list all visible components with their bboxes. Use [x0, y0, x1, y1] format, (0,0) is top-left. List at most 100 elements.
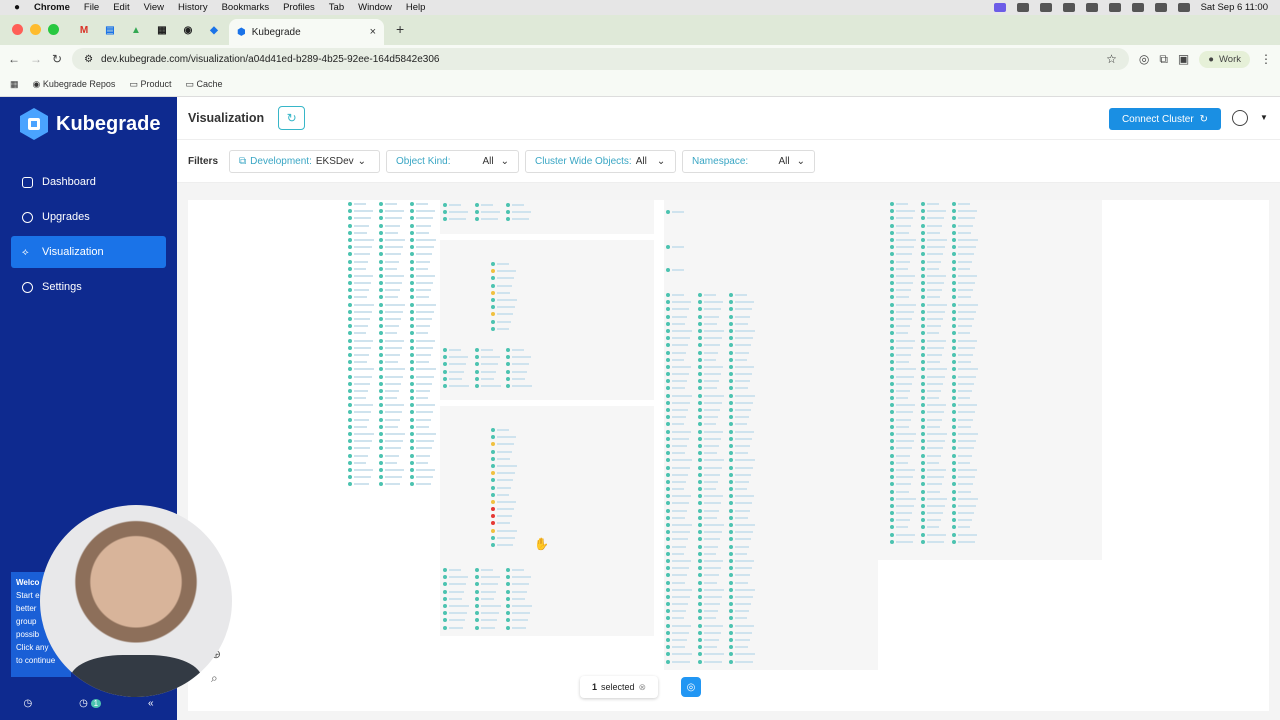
graph-node[interactable] [890, 396, 916, 401]
graph-node[interactable] [475, 575, 501, 580]
graph-node[interactable] [379, 424, 405, 429]
graph-node[interactable] [491, 543, 517, 547]
graph-node[interactable] [348, 417, 374, 422]
graph-node[interactable] [443, 589, 469, 594]
graph-node[interactable] [379, 324, 405, 329]
graph-node[interactable] [890, 489, 916, 494]
graph-node[interactable] [379, 453, 405, 458]
graph-node[interactable] [348, 216, 374, 221]
graph-node[interactable] [952, 439, 978, 444]
graph-node[interactable] [410, 317, 436, 321]
graph-node[interactable] [348, 302, 374, 307]
graph-node[interactable] [491, 514, 517, 519]
graph-node[interactable] [443, 625, 469, 630]
graph-node[interactable] [379, 230, 405, 235]
graph-node[interactable] [921, 288, 947, 293]
graph-node[interactable] [952, 403, 978, 408]
graph-node[interactable] [410, 439, 436, 444]
graph-node[interactable] [475, 568, 501, 572]
graph-node[interactable] [890, 352, 916, 357]
graph-node[interactable] [729, 307, 755, 312]
graph-node[interactable] [952, 273, 978, 278]
graph-node[interactable] [890, 496, 916, 501]
graph-node[interactable] [921, 331, 947, 336]
graph-node[interactable] [379, 410, 405, 415]
bookmark-folder-product[interactable]: ▭ Product [129, 79, 171, 90]
graph-node[interactable] [698, 314, 724, 319]
graph-node[interactable] [890, 424, 916, 429]
graph-node[interactable] [890, 266, 916, 271]
search-icon[interactable] [1154, 3, 1167, 12]
graph-node[interactable] [729, 357, 755, 362]
graph-node[interactable] [666, 245, 684, 249]
graph-node[interactable] [952, 302, 978, 307]
graph-node[interactable] [348, 439, 374, 444]
graph-node[interactable] [890, 518, 916, 523]
graph-node[interactable] [348, 367, 374, 372]
graph-node[interactable] [921, 410, 947, 415]
graph-node[interactable] [729, 350, 755, 355]
graph-node[interactable] [952, 424, 978, 429]
site-info-icon[interactable]: ⚙ [84, 54, 93, 65]
graph-node[interactable] [348, 245, 374, 250]
graph-node[interactable] [666, 400, 692, 405]
profile-button[interactable]: ● Work [1199, 50, 1250, 68]
graph-node[interactable] [506, 362, 532, 367]
graph-node[interactable] [348, 273, 374, 278]
graph-node[interactable] [348, 374, 374, 379]
graph-node[interactable] [729, 321, 755, 326]
graph-node[interactable] [348, 309, 374, 314]
graph-node[interactable] [666, 443, 692, 448]
graph-node[interactable] [491, 521, 517, 526]
graph-node[interactable] [729, 530, 755, 535]
selection-action-button[interactable]: ◎ [681, 677, 701, 697]
user-settings-icon[interactable] [1232, 110, 1248, 126]
graph-node[interactable] [921, 338, 947, 343]
sidebar-item-dashboard[interactable]: Dashboard [11, 166, 166, 198]
menu-app[interactable]: Chrome [34, 2, 70, 13]
graph-node[interactable] [410, 273, 436, 278]
refresh-button[interactable]: ↻ [278, 106, 306, 130]
address-bar[interactable]: ⚙ dev.kubegrade.com/visualization/a04d41… [72, 48, 1129, 70]
graph-node[interactable] [698, 350, 724, 355]
graph-node[interactable] [729, 487, 755, 492]
apple-icon[interactable]: ● [0, 2, 34, 13]
graph-node[interactable] [666, 594, 692, 599]
graph-node[interactable] [666, 609, 692, 614]
graph-node[interactable] [506, 582, 532, 587]
graph-node[interactable] [952, 475, 978, 480]
graph-node[interactable] [666, 268, 684, 272]
graph-node[interactable] [410, 482, 436, 487]
graph-node[interactable] [410, 309, 436, 314]
graph-node[interactable] [379, 223, 405, 228]
graph-node[interactable] [698, 609, 724, 614]
graph-node[interactable] [890, 453, 916, 458]
gmail-pinned-tab-icon[interactable]: M [73, 19, 95, 41]
graph-node[interactable] [443, 603, 469, 608]
graph-node[interactable] [410, 209, 436, 214]
graph-node[interactable] [729, 645, 755, 650]
graph-node[interactable] [666, 602, 692, 607]
graph-node[interactable] [890, 403, 916, 408]
graph-node[interactable] [729, 408, 755, 412]
graph-node[interactable] [348, 281, 374, 286]
kebab-menu-icon[interactable]: ⋮ [1260, 52, 1272, 66]
graph-node[interactable] [952, 360, 978, 365]
graph-node[interactable] [348, 403, 374, 408]
graph-node[interactable] [475, 625, 501, 630]
status-icon[interactable] [1062, 3, 1075, 12]
graph-node[interactable] [890, 216, 916, 221]
graph-node[interactable] [890, 331, 916, 336]
graph-node[interactable] [348, 252, 374, 257]
graph-node[interactable] [379, 266, 405, 271]
graph-node[interactable] [921, 252, 947, 257]
graph-node[interactable] [921, 237, 947, 242]
graph-node[interactable] [491, 463, 517, 468]
sidepanel-icon[interactable]: ▣ [1178, 52, 1189, 66]
graph-node[interactable] [666, 645, 692, 650]
graph-node[interactable] [379, 331, 405, 336]
graph-node[interactable] [348, 460, 374, 465]
screen-record-icon[interactable] [993, 3, 1006, 12]
graph-node[interactable] [666, 343, 692, 348]
graph-node[interactable] [666, 566, 692, 571]
